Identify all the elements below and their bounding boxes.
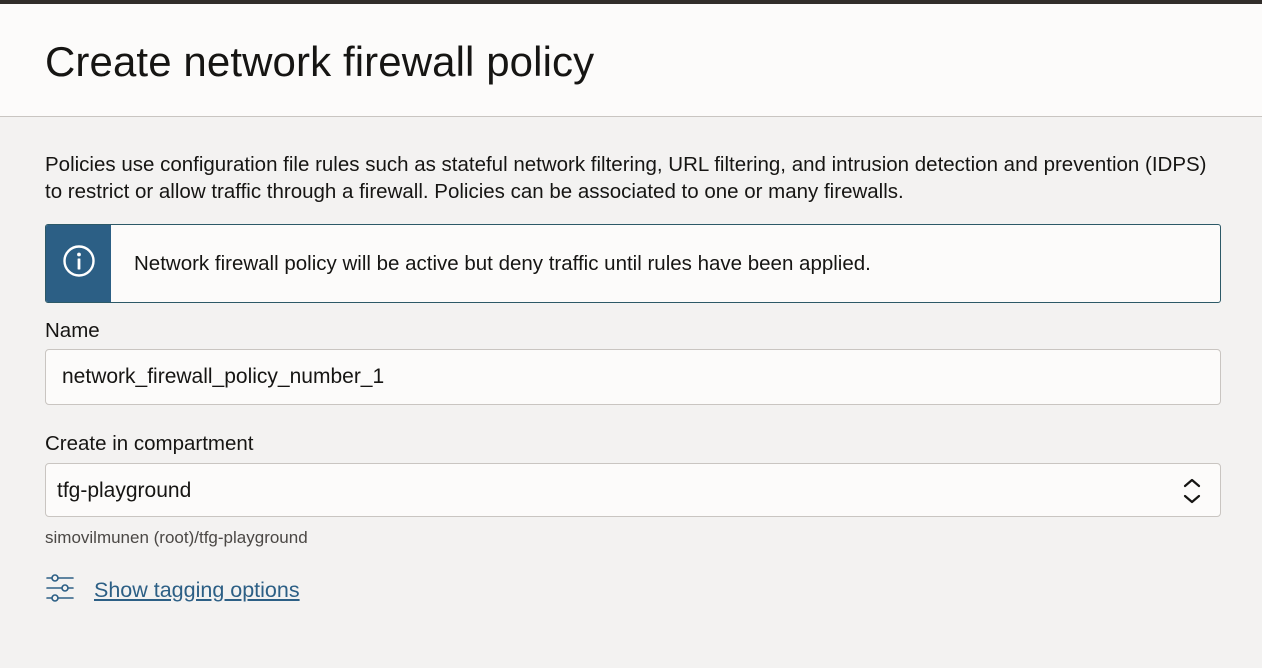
tagging-toggle[interactable]: Show tagging options: [45, 573, 300, 608]
name-label: Name: [45, 319, 100, 342]
notice-icon-bar: [46, 225, 111, 302]
chevron-up-down-icon: [1183, 476, 1201, 511]
notice-text: Network firewall policy will be active b…: [134, 252, 871, 275]
name-input[interactable]: [45, 349, 1221, 405]
intro-description: Policies use configuration file rules su…: [45, 153, 1207, 203]
info-icon: [62, 244, 96, 283]
compartment-path: simovilmunen (root)/tfg-playground: [45, 528, 308, 547]
page-header: Create network firewall policy: [0, 4, 1262, 117]
compartment-select-value: tfg-playground: [57, 479, 192, 502]
info-notice: Network firewall policy will be active b…: [45, 224, 1221, 303]
show-tagging-options-link[interactable]: Show tagging options: [94, 578, 300, 603]
compartment-label: Create in compartment: [45, 432, 254, 455]
compartment-select[interactable]: tfg-playground: [45, 463, 1221, 517]
page-title: Create network firewall policy: [45, 38, 595, 85]
sliders-icon: [45, 573, 75, 608]
